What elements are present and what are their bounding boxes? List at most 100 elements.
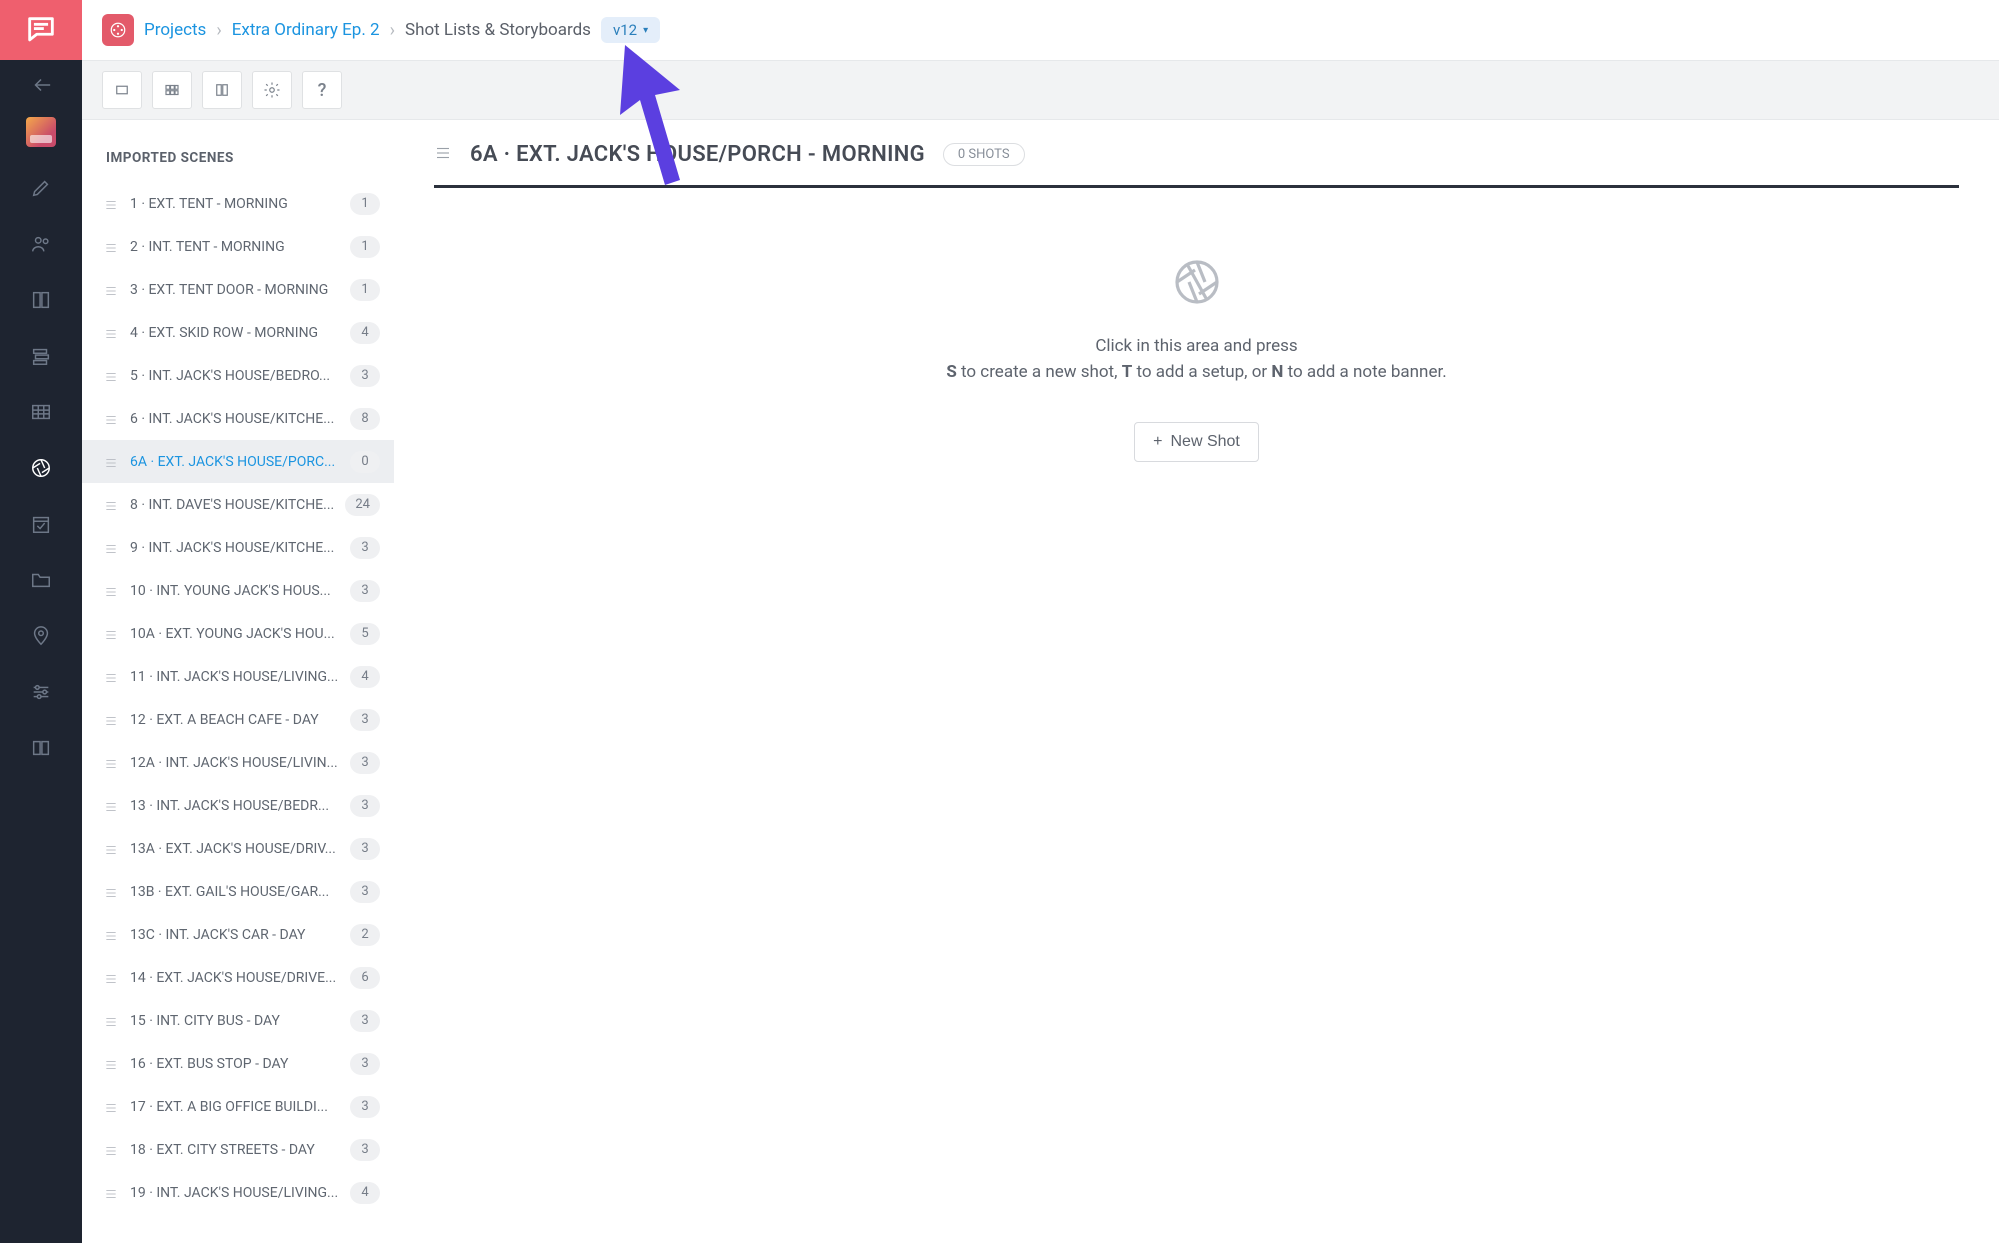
list-lines-icon [104, 240, 118, 254]
crumb-project-name[interactable]: Extra Ordinary Ep. 2 [232, 20, 380, 40]
scene-count-badge: 3 [350, 709, 380, 731]
scene-row[interactable]: 13A · EXT. JACK'S HOUSE/DRIV...3 [82, 827, 394, 870]
scene-label: 5 · INT. JACK'S HOUSE/BEDRO... [130, 368, 350, 384]
scene-label: 19 · INT. JACK'S HOUSE/LIVING... [130, 1185, 350, 1201]
app-logo[interactable] [0, 0, 82, 60]
book-icon [30, 737, 52, 759]
project-thumbnail-icon [26, 117, 56, 147]
scene-count-badge: 2 [350, 924, 380, 946]
scene-row[interactable]: 9 · INT. JACK'S HOUSE/KITCHE...3 [82, 526, 394, 569]
scene-row[interactable]: 8 · INT. DAVE'S HOUSE/KITCHE...24 [82, 483, 394, 526]
scene-row[interactable]: 4 · EXT. SKID ROW - MORNING4 [82, 311, 394, 354]
list-lines-icon [104, 1057, 118, 1071]
rail-project-thumb[interactable] [0, 104, 82, 160]
list-lines-icon [104, 455, 118, 469]
key-s: S [946, 362, 956, 382]
scene-row[interactable]: 1 · EXT. TENT - MORNING1 [82, 182, 394, 225]
scene-row[interactable]: 13C · INT. JACK'S CAR - DAY2 [82, 913, 394, 956]
scene-row[interactable]: 12A · INT. JACK'S HOUSE/LIVIN...3 [82, 741, 394, 784]
rail-item-folder[interactable] [0, 552, 82, 608]
rail-item-edit[interactable] [0, 160, 82, 216]
main-content: 6A · EXT. JACK'S HOUSE/PORCH - MORNING 0… [394, 120, 1999, 1243]
chevron-right-icon: › [216, 20, 221, 41]
list-lines-icon [104, 1100, 118, 1114]
scene-count-badge: 5 [350, 623, 380, 645]
scene-count-badge: 8 [350, 408, 380, 430]
new-shot-button[interactable]: + New Shot [1134, 422, 1259, 462]
scene-label: 1 · EXT. TENT - MORNING [130, 196, 350, 212]
rail-item-people[interactable] [0, 216, 82, 272]
scene-row[interactable]: 16 · EXT. BUS STOP - DAY3 [82, 1042, 394, 1085]
scene-count-badge: 1 [350, 236, 380, 258]
scene-label: 9 · INT. JACK'S HOUSE/KITCHE... [130, 540, 350, 556]
settings-button[interactable] [252, 71, 292, 109]
question-icon: ? [318, 80, 327, 101]
scene-row[interactable]: 18 · EXT. CITY STREETS - DAY3 [82, 1128, 394, 1171]
list-lines-icon [104, 412, 118, 426]
list-lines-icon [104, 756, 118, 770]
empty-text-1: Click in this area and press [434, 336, 1959, 356]
rail-collapse[interactable] [0, 66, 82, 104]
new-shot-label: New Shot [1170, 433, 1239, 451]
list-lines-icon [104, 283, 118, 297]
film-icon [109, 21, 127, 39]
scene-row[interactable]: 2 · INT. TENT - MORNING1 [82, 225, 394, 268]
scene-row[interactable]: 14 · EXT. JACK'S HOUSE/DRIVE...6 [82, 956, 394, 999]
scene-count-badge: 1 [350, 193, 380, 215]
scene-count-badge: 3 [350, 752, 380, 774]
scene-count-badge: 4 [350, 322, 380, 344]
rail-item-settings[interactable] [0, 664, 82, 720]
rail-item-location[interactable] [0, 608, 82, 664]
scene-label: 18 · EXT. CITY STREETS - DAY [130, 1142, 350, 1158]
scene-count-badge: 4 [350, 1182, 380, 1204]
rail-item-docs[interactable] [0, 720, 82, 776]
rail-item-stack[interactable] [0, 328, 82, 384]
help-button[interactable]: ? [302, 71, 342, 109]
empty-text-2: S to create a new shot, T to add a setup… [434, 362, 1959, 382]
list-lines-icon [104, 1143, 118, 1157]
scene-row[interactable]: 11 · INT. JACK'S HOUSE/LIVING...4 [82, 655, 394, 698]
project-badge[interactable] [102, 14, 134, 46]
scene-count-badge: 3 [350, 1139, 380, 1161]
version-label: v12 [613, 21, 637, 39]
folder-icon [30, 569, 52, 591]
crumb-projects[interactable]: Projects [144, 20, 206, 40]
scene-label: 12A · INT. JACK'S HOUSE/LIVIN... [130, 755, 350, 771]
list-lines-icon [104, 885, 118, 899]
list-lines-icon [104, 541, 118, 555]
view-single-button[interactable] [102, 71, 142, 109]
scene-row[interactable]: 19 · INT. JACK'S HOUSE/LIVING...4 [82, 1171, 394, 1214]
scene-count-badge: 3 [350, 1053, 380, 1075]
scene-row[interactable]: 15 · INT. CITY BUS - DAY3 [82, 999, 394, 1042]
empty-state[interactable]: Click in this area and press S to create… [434, 258, 1959, 462]
layers-icon [30, 345, 52, 367]
view-split-button[interactable] [202, 71, 242, 109]
scene-count-badge: 6 [350, 967, 380, 989]
calendar-icon [30, 513, 52, 535]
scene-count-badge: 3 [350, 795, 380, 817]
scene-row[interactable]: 12 · EXT. A BEACH CAFE - DAY3 [82, 698, 394, 741]
view-grid-button[interactable] [152, 71, 192, 109]
scene-row[interactable]: 5 · INT. JACK'S HOUSE/BEDRO...3 [82, 354, 394, 397]
scene-label: 2 · INT. TENT - MORNING [130, 239, 350, 255]
scene-row[interactable]: 6 · INT. JACK'S HOUSE/KITCHE...8 [82, 397, 394, 440]
scene-row[interactable]: 10 · INT. YOUNG JACK'S HOUS...3 [82, 569, 394, 612]
empty-post: to add a note banner. [1283, 362, 1446, 382]
scene-row[interactable]: 13 · INT. JACK'S HOUSE/BEDR...3 [82, 784, 394, 827]
rail-item-boards[interactable] [0, 272, 82, 328]
list-lines-icon [104, 842, 118, 856]
scene-row[interactable]: 17 · EXT. A BIG OFFICE BUILDI...3 [82, 1085, 394, 1128]
version-picker[interactable]: v12 ▾ [601, 17, 660, 43]
rail-item-shotlist[interactable] [0, 440, 82, 496]
scene-row[interactable]: 6A · EXT. JACK'S HOUSE/PORC...0 [82, 440, 394, 483]
scene-row[interactable]: 13B · EXT. GAIL'S HOUSE/GAR...3 [82, 870, 394, 913]
list-lines-icon [104, 971, 118, 985]
scene-count-badge: 3 [350, 1096, 380, 1118]
rail-item-table[interactable] [0, 384, 82, 440]
scene-count-badge: 3 [350, 537, 380, 559]
scene-row[interactable]: 3 · EXT. TENT DOOR - MORNING1 [82, 268, 394, 311]
rail-item-calendar[interactable] [0, 496, 82, 552]
shot-count-pill: 0 SHOTS [943, 143, 1025, 166]
scene-row[interactable]: 10A · EXT. YOUNG JACK'S HOU...5 [82, 612, 394, 655]
list-lines-icon [104, 713, 118, 727]
